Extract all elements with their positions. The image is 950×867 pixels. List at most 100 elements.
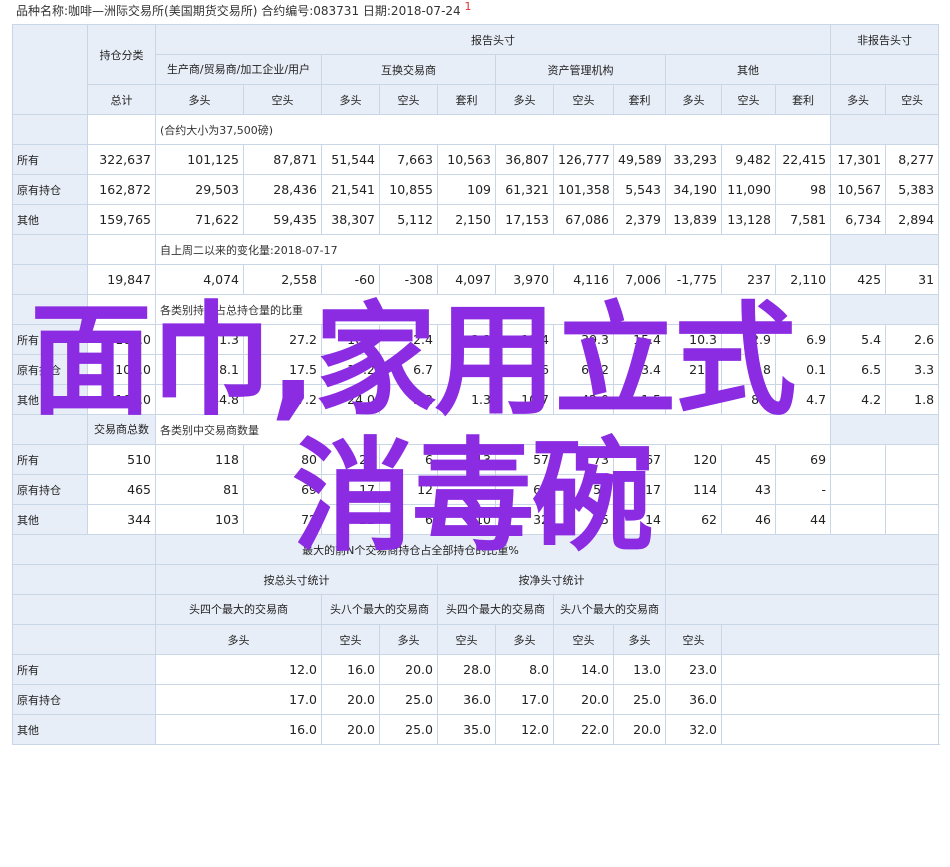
col-short: 空头 <box>243 84 322 115</box>
table-cell: 44 <box>774 504 832 535</box>
header-note: 1 <box>464 0 472 13</box>
col-short: 空头 <box>721 84 776 115</box>
table-cell: 6.5 <box>830 354 887 385</box>
col-long: 多头 <box>830 84 887 115</box>
table-cell: 46 <box>721 504 776 535</box>
table-cell: 20.0 <box>321 714 380 745</box>
col-spread: 套利 <box>774 84 832 115</box>
table-cell <box>885 504 940 535</box>
table-cell: 126,777 <box>553 144 614 175</box>
table-cell: 5.4 <box>830 324 887 355</box>
table-cell: 8.0 <box>495 654 554 685</box>
table-cell: 13,128 <box>721 204 776 235</box>
row-label: 所有 <box>12 654 156 685</box>
row-label: 其他 <box>12 504 88 535</box>
table-cell: 59,435 <box>243 204 322 235</box>
table-cell: 5,543 <box>613 174 666 205</box>
section-blank <box>87 114 156 145</box>
reportable-header: 报告头寸 <box>154 24 832 55</box>
nonreportable-header: 非报告头寸 <box>830 24 940 55</box>
table-cell: 16.0 <box>155 714 322 745</box>
section-blank <box>830 294 940 325</box>
other-header: 其他 <box>664 54 832 85</box>
table-cell: 1.8 <box>885 384 940 415</box>
col-short: 空头 <box>379 84 438 115</box>
table-cell: 10,855 <box>379 174 438 205</box>
section-blank <box>720 624 940 655</box>
header-text: 品种名称:咖啡—洲际交易所(美国期货交易所) 合约编号:083731 日期:20… <box>16 4 461 18</box>
table-cell: 14.0 <box>553 654 614 685</box>
col-short: 空头 <box>437 624 496 655</box>
table-cell: 510 <box>87 444 156 475</box>
net-top8: 头八个最大的交易商 <box>553 594 666 625</box>
table-cell: 17,301 <box>830 144 887 175</box>
table-cell: 20.0 <box>613 714 666 745</box>
table-cell: 43 <box>721 474 776 505</box>
row-label: 其他 <box>12 204 88 235</box>
table-cell <box>830 474 887 505</box>
table-cell: 25.0 <box>613 684 666 715</box>
table-cell: - <box>774 474 832 505</box>
producer-header: 生产商/贸易商/加工企业/用户 <box>155 54 322 85</box>
table-cell: 38,307 <box>321 204 380 235</box>
table-cell: 10,563 <box>437 144 496 175</box>
table-row: 原有持仓 17.0 20.0 25.0 36.0 17.0 20.0 25.0 36.0 <box>12 684 940 715</box>
table-cell: 69 <box>774 444 832 475</box>
section-blank <box>12 534 156 565</box>
table-cell: 101,125 <box>155 144 244 175</box>
col-short: 空头 <box>665 624 722 655</box>
table-cell: 12.0 <box>155 654 322 685</box>
table-cell: 28.0 <box>437 654 496 685</box>
section2-title: 自上周二以来的变化量:2018-07-17 <box>154 234 832 265</box>
table-cell: 49,589 <box>613 144 666 175</box>
table-cell: 34,190 <box>665 174 722 205</box>
table-cell: 28,436 <box>243 174 322 205</box>
table-cell: 36.0 <box>437 684 496 715</box>
table-cell: 322,637 <box>87 144 156 175</box>
table-cell: 114 <box>665 474 722 505</box>
table-cell: 7,581 <box>774 204 832 235</box>
row-label: 其他 <box>12 714 156 745</box>
table-row: 所有 322,637 101,125 87,871 51,544 7,663 10,563 3… <box>12 144 940 175</box>
col-spread: 套利 <box>613 84 666 115</box>
gross-top8: 头八个最大的交易商 <box>321 594 438 625</box>
section1-body: 所有 322,637 101,125 87,871 51,544 7,663 10,563 3… <box>12 144 940 235</box>
nonreportable-blank <box>830 54 940 85</box>
col-long: 多头 <box>495 624 554 655</box>
table-cell: 25.0 <box>379 714 438 745</box>
table-cell: 25.0 <box>379 684 438 715</box>
section-blank <box>830 234 940 265</box>
table-cell: 109 <box>437 174 496 205</box>
table-cell: 7,663 <box>379 144 438 175</box>
table-cell: 6,734 <box>830 204 887 235</box>
table-cell: 67,086 <box>553 204 614 235</box>
table-cell: 32.0 <box>665 714 722 745</box>
table-cell: 344 <box>87 504 156 535</box>
table-cell: 81 <box>155 474 244 505</box>
table-cell: 13,839 <box>665 204 722 235</box>
table-cell: 4.2 <box>830 384 887 415</box>
table-cell: 21,541 <box>321 174 380 205</box>
managed-header: 资产管理机构 <box>495 54 666 85</box>
table-cell <box>885 444 940 475</box>
table-cell: 465 <box>87 474 156 505</box>
table-row: 所有 12.0 16.0 20.0 28.0 8.0 14.0 13.0 23.0 <box>12 654 940 685</box>
table-cell: 10,567 <box>830 174 887 205</box>
row-filler <box>720 714 940 745</box>
row-filler <box>720 684 940 715</box>
table-cell: 36,807 <box>495 144 554 175</box>
table-cell: 98 <box>774 174 832 205</box>
row-label: 所有 <box>12 144 88 175</box>
swap-header: 互换交易商 <box>321 54 496 85</box>
row-label: 所有 <box>12 444 88 475</box>
section-blank <box>12 564 156 595</box>
row-filler <box>720 654 940 685</box>
table-cell <box>830 504 887 535</box>
gross-top4: 头四个最大的交易商 <box>155 594 322 625</box>
table-cell: 5,112 <box>379 204 438 235</box>
total-col: 总计 <box>87 84 156 115</box>
table-cell: 87,871 <box>243 144 322 175</box>
section-blank <box>664 594 940 625</box>
section-blank <box>87 234 156 265</box>
table-cell: 103 <box>155 504 244 535</box>
